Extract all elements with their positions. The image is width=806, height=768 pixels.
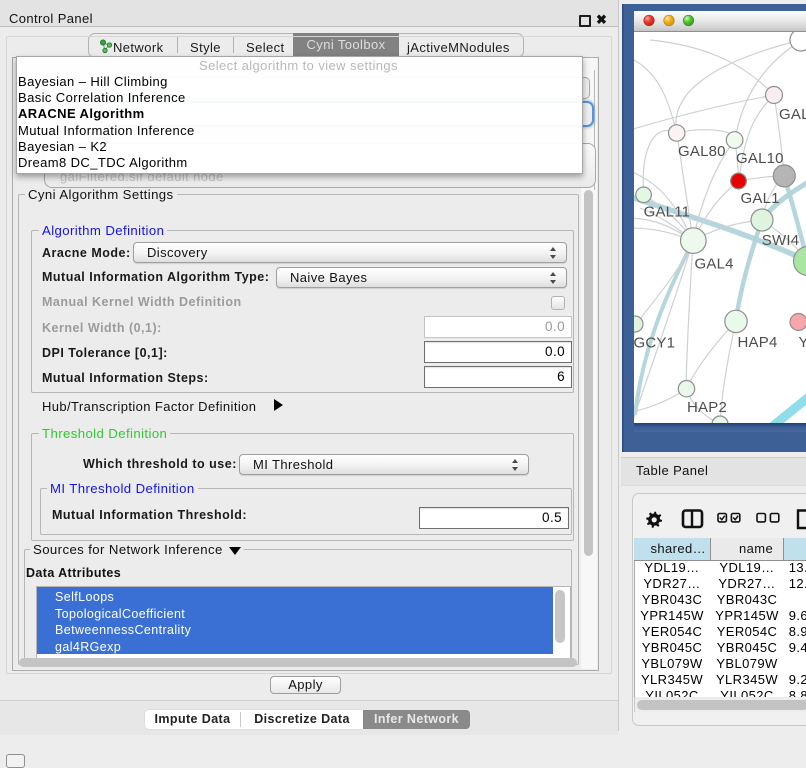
svg-text:GAL1: GAL1 — [741, 190, 780, 207]
svg-text:HAP4: HAP4 — [738, 334, 778, 351]
svg-text:GAL10: GAL10 — [736, 150, 784, 167]
svg-text:GAL2: GAL2 — [779, 106, 806, 123]
svg-text:YEL: YEL — [799, 334, 806, 351]
svg-text:GAL80: GAL80 — [678, 143, 726, 160]
svg-text:GCY1: GCY1 — [634, 335, 676, 352]
svg-text:HAP2: HAP2 — [687, 399, 727, 416]
svg-text:GAL11: GAL11 — [644, 204, 691, 221]
svg-text:SWI4: SWI4 — [762, 232, 799, 249]
svg-text:GAL4: GAL4 — [695, 256, 734, 273]
